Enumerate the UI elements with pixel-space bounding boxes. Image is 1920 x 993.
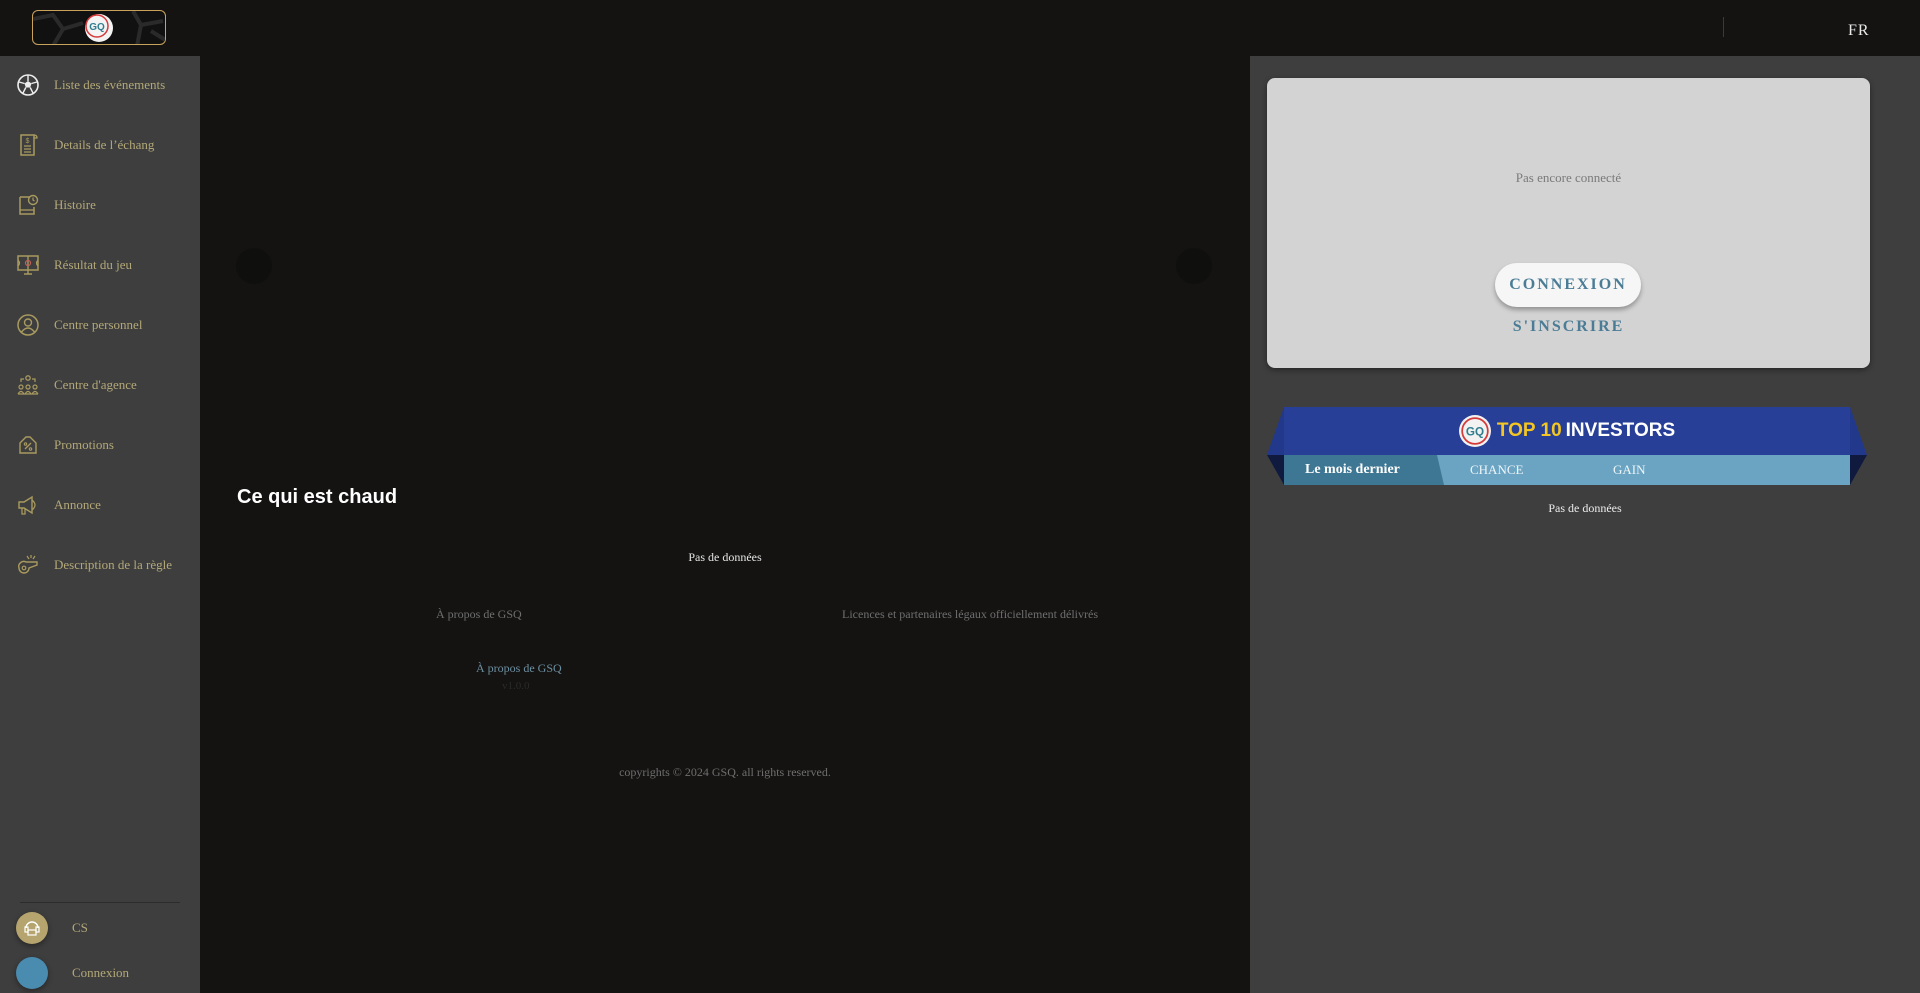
sidebar-item-label: Liste des événements [54,77,166,92]
carousel-prev-button[interactable] [236,248,272,284]
tab-gain[interactable]: GAIN [1613,455,1646,485]
top10-investors-panel: GQ TOP 10 INVESTORS Le mois dernier CHAN… [1267,407,1867,487]
game-result-monitor-icon [17,255,39,275]
site-logo[interactable]: GQ [32,10,166,45]
gsq-logo-icon: GQ [85,14,113,42]
top-header: GQ FR [0,0,1920,56]
soccer-ball-icon [17,74,39,96]
banner-wing-right [1850,407,1867,485]
receipt-icon: $ [20,134,38,156]
sidebar-item-label: Promotions [54,437,114,452]
sidebar-item-rules[interactable]: Description de la règle [0,545,200,585]
empty-state-text: Pas de données [688,550,762,564]
language-selector[interactable]: FR [1848,22,1870,40]
top10-empty-state: Pas de données [1548,501,1622,515]
top10-title-rest: INVESTORS [1565,420,1676,441]
sidebar-bottom-label: Connexion [72,965,130,980]
sidebar-login[interactable]: Connexion [16,957,129,989]
main-content: Ce qui est chaud Pas de données À propos… [200,56,1250,993]
tab-last-month[interactable]: Le mois dernier [1284,455,1444,485]
sidebar-bottom-label: CS [72,920,88,935]
top10-header: GQ TOP 10 INVESTORS [1284,407,1850,455]
carousel-next-button[interactable] [1176,248,1212,284]
svg-text:GQ: GQ [1466,426,1484,439]
megaphone-icon [18,495,36,515]
version-label: v1.0.0 [502,680,530,692]
footer-about-link[interactable]: À propos de GSQ [476,661,562,676]
sidebar-item-events[interactable]: Liste des événements [0,65,200,105]
sidebar-item-label: Résultat du jeu [54,257,132,272]
sidebar: Liste des événements $ Details de l’écha… [0,56,212,993]
login-button[interactable]: CONNEXION [1495,263,1641,307]
login-card: Pas encore connecté CONNEXION S'INSCRIRE [1267,78,1870,368]
banner-wing-left [1267,407,1284,485]
agency-group-icon [17,375,39,395]
sidebar-item-exchange-details[interactable]: $ Details de l’échang [0,125,200,165]
sidebar-divider [20,902,180,903]
user-circle-icon [17,314,39,336]
section-title-hot: Ce qui est chaud [237,486,398,508]
login-status-text: Pas encore connecté [1515,170,1622,185]
right-panel: Pas encore connecté CONNEXION S'INSCRIRE… [1250,56,1920,993]
sidebar-item-label: Description de la règle [54,557,173,572]
footer-licenses-heading: Licences et partenaires légaux officiell… [842,607,1098,621]
percent-tag-icon [19,436,37,454]
sidebar-item-agency-center[interactable]: Centre d'agence [0,365,200,405]
sidebar-item-label: Details de l’échang [54,137,155,152]
tab-chance[interactable]: CHANCE [1470,455,1523,485]
customer-service-icon [16,912,48,944]
sidebar-item-announcement[interactable]: Annonce [0,485,200,525]
sidebar-item-label: Annonce [54,497,101,512]
copyright-text: copyrights © 2024 GSQ. all rights reserv… [619,765,831,779]
svg-text:$: $ [26,138,30,145]
register-button[interactable]: S'INSCRIRE [1267,318,1870,336]
sidebar-item-personal-center[interactable]: Centre personnel [0,305,200,345]
top10-title-highlight: TOP 10 [1496,420,1562,441]
whistle-icon [18,555,38,574]
svg-text:GQ: GQ [89,22,105,33]
header-divider [1723,17,1724,37]
sidebar-item-game-result[interactable]: Résultat du jeu [0,245,200,285]
footer-about-heading: À propos de GSQ [436,607,522,621]
gsq-logo-icon: GQ [1458,415,1491,447]
sidebar-item-label: Centre d'agence [54,377,137,392]
top10-tabs: Le mois dernier CHANCE GAIN [1284,455,1850,485]
sidebar-item-promotions[interactable]: Promotions [0,425,200,465]
login-avatar-icon [16,957,48,989]
sidebar-item-history[interactable]: Histoire [0,185,200,225]
sidebar-item-label: Histoire [54,197,96,212]
banner-carousel [236,56,1216,476]
history-book-icon [19,194,39,215]
sidebar-item-label: Centre personnel [54,317,143,332]
sidebar-customer-service[interactable]: CS [16,912,88,944]
